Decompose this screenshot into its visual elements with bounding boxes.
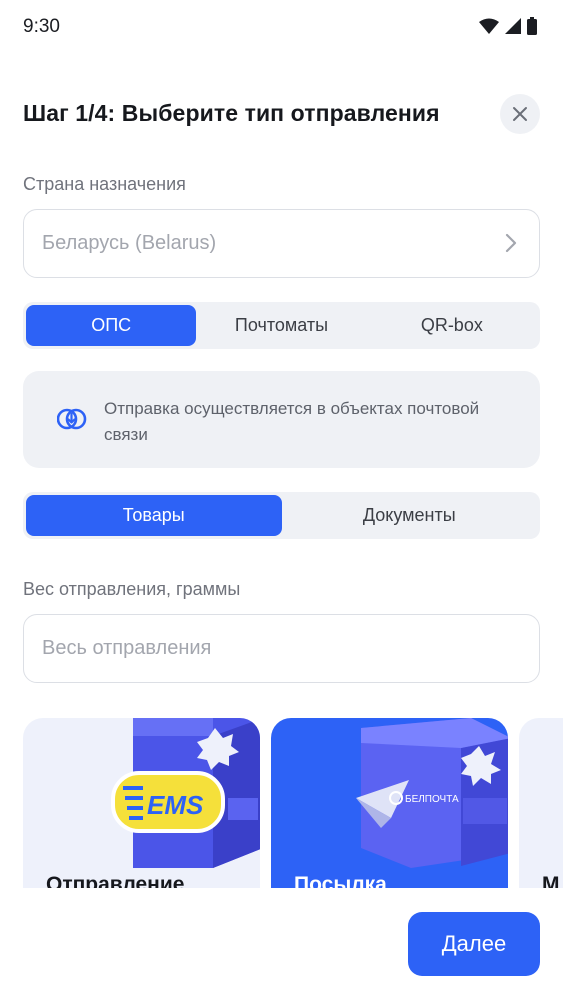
status-time: 9:30 <box>23 16 60 37</box>
tab-ops[interactable]: ОПС <box>26 305 197 346</box>
tab-goods[interactable]: Товары <box>26 495 282 536</box>
ems-logo: EMS <box>147 790 204 820</box>
close-button[interactable] <box>500 94 540 134</box>
tab-documents[interactable]: Документы <box>282 495 538 536</box>
close-icon <box>513 107 527 121</box>
next-button[interactable]: Далее <box>408 912 540 976</box>
tab-qr-box[interactable]: QR-box <box>367 305 537 346</box>
header: Шаг 1/4: Выберите тип отправления <box>23 94 540 136</box>
status-bar: 9:30 <box>0 0 563 56</box>
battery-icon <box>527 17 537 35</box>
shipment-card-title: М <box>542 873 560 888</box>
shipment-card-ems[interactable]: EMS Отправление <box>23 718 260 888</box>
page-title: Шаг 1/4: Выберите тип отправления <box>23 100 440 126</box>
shipment-type-carousel: EMS Отправление БЕЛПОЧТА Посылка М <box>23 718 563 888</box>
country-select[interactable]: Беларусь (Belarus) <box>23 209 540 278</box>
shipment-card-parcel[interactable]: БЕЛПОЧТА Посылка <box>271 718 508 888</box>
wifi-icon <box>479 18 499 34</box>
parcel-box-illustration: БЕЛПОЧТА <box>356 718 508 868</box>
tab-postamats[interactable]: Почтоматы <box>196 305 366 346</box>
weight-input[interactable] <box>23 614 540 683</box>
signal-icon <box>505 18 521 34</box>
ems-box-illustration: EMS <box>111 718 260 868</box>
info-card: Отправка осуществляется в объектах почто… <box>23 371 540 468</box>
post-office-icon <box>57 408 87 430</box>
shipment-card-title: Отправление <box>46 873 185 888</box>
belpochta-logo: БЕЛПОЧТА <box>405 794 459 805</box>
status-icons <box>479 17 537 35</box>
bottom-bar: Далее <box>0 888 563 1000</box>
shipment-card-third[interactable]: М <box>519 718 563 888</box>
delivery-method-tabs: ОПС Почтоматы QR-box <box>23 302 540 349</box>
country-label: Страна назначения <box>23 174 186 194</box>
info-text: Отправка осуществляется в объектах почто… <box>104 399 480 444</box>
weight-label: Вес отправления, граммы <box>23 579 241 599</box>
content-type-tabs: Товары Документы <box>23 492 540 539</box>
chevron-right-icon <box>505 233 517 253</box>
shipment-card-title: Посылка <box>294 873 387 888</box>
country-value: Беларусь (Belarus) <box>42 232 217 254</box>
